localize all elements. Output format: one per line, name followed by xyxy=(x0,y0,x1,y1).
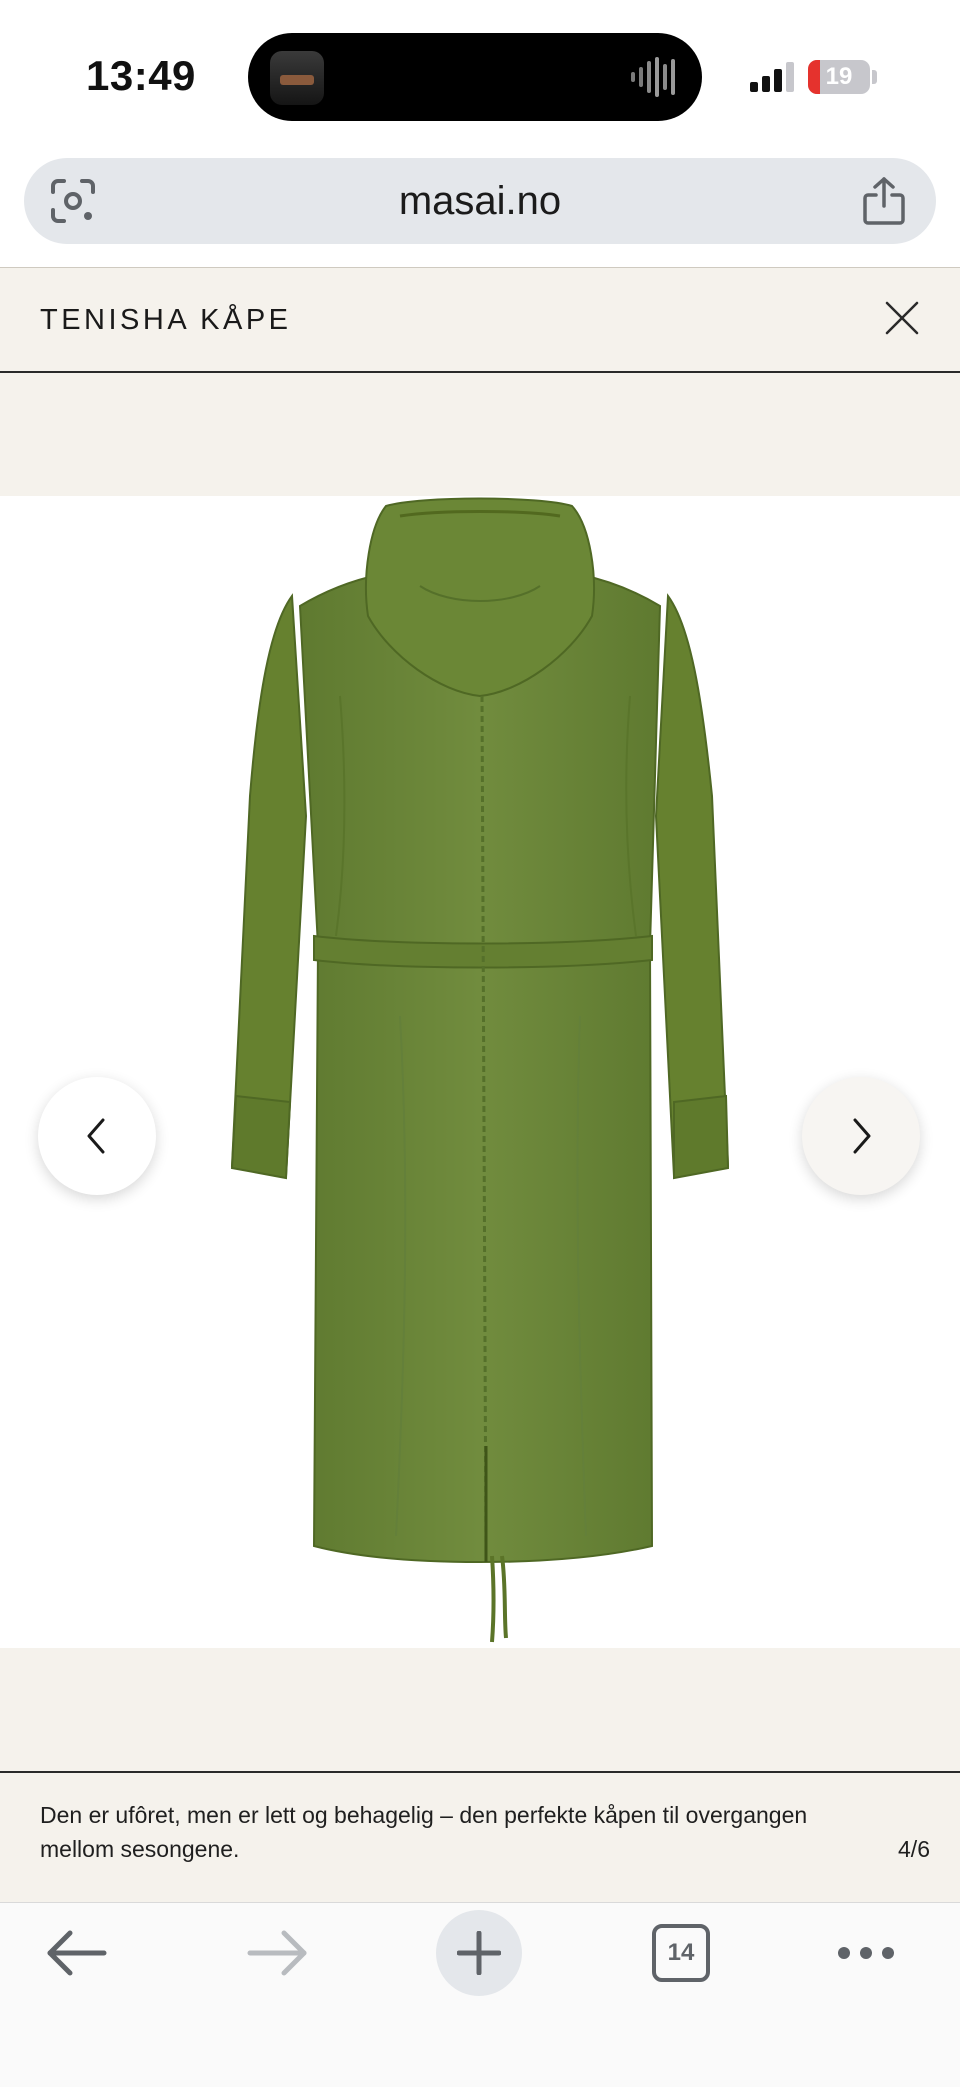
plus-icon xyxy=(457,1931,501,1975)
arrow-right-icon[interactable] xyxy=(246,1928,310,1978)
tab-switcher-button[interactable]: 14 xyxy=(652,1924,710,1982)
url-text[interactable]: masai.no xyxy=(24,158,936,244)
modal-title: TENISHA KÅPE xyxy=(40,304,292,336)
image-caption: Den er ufôret, men er lett og behagelig … xyxy=(40,1802,808,1862)
tab-count: 14 xyxy=(667,1939,695,1966)
dynamic-island[interactable] xyxy=(248,33,702,121)
arrow-left-icon[interactable] xyxy=(44,1928,108,1978)
battery-icon: 19 xyxy=(808,60,870,94)
image-counter: 4/6 xyxy=(898,1836,930,1862)
previous-image-button[interactable] xyxy=(38,1077,156,1195)
new-tab-button[interactable] xyxy=(436,1910,522,1996)
close-icon[interactable] xyxy=(884,300,920,336)
audio-waveform-icon xyxy=(631,57,675,97)
next-image-button[interactable] xyxy=(802,1077,920,1195)
share-icon[interactable] xyxy=(862,176,906,226)
battery-nub xyxy=(872,70,877,84)
product-image[interactable] xyxy=(0,496,960,1648)
address-bar[interactable]: masai.no xyxy=(24,158,936,244)
battery-level: 19 xyxy=(825,63,853,90)
status-time: 13:49 xyxy=(86,52,196,99)
cellular-signal-icon xyxy=(750,62,794,92)
caption-divider xyxy=(0,1771,960,1773)
now-playing-thumbnail xyxy=(270,51,324,105)
chevron-right-icon xyxy=(853,1118,871,1154)
more-dots-icon[interactable] xyxy=(836,1940,896,1966)
status-bar: 13:49 19 xyxy=(0,0,960,150)
modal-header: TENISHA KÅPE xyxy=(0,267,960,373)
chevron-left-icon xyxy=(87,1118,105,1154)
coat-illustration xyxy=(230,497,730,1643)
